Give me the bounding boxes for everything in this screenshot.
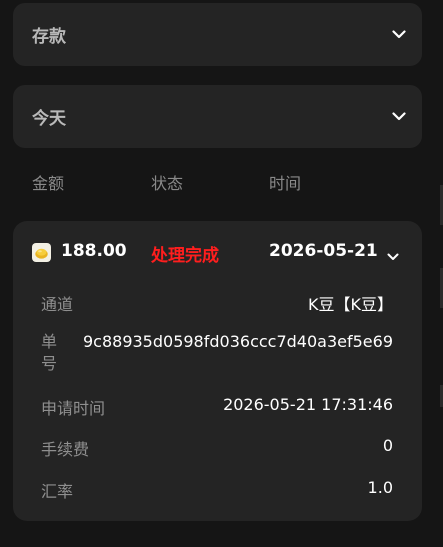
column-header-amount: 金额	[32, 174, 65, 193]
chevron-down-icon	[392, 28, 406, 42]
detail-label-channel: 通道	[41, 295, 74, 314]
record-date: 2026-05-21	[269, 241, 378, 261]
detail-label-apply-time: 申请时间	[41, 399, 106, 418]
deposit-records-screen: 存款 今天 金额 状态 时间 188.00 处理完成 2026-05-21 通道…	[0, 0, 443, 547]
record-status: 处理完成	[151, 246, 219, 266]
column-headers: 金额 状态 时间	[32, 170, 412, 193]
detail-label-order-number: 单号	[41, 332, 58, 373]
detail-value-fee: 0	[382, 436, 393, 455]
detail-value-channel: K豆【K豆】	[308, 295, 393, 314]
detail-value-order-number: 9c88935d0598fd036ccc7d40a3ef5e69	[82, 332, 393, 351]
date-range-label: 今天	[32, 109, 66, 129]
detail-value-exchange-rate: 1.0	[367, 478, 393, 497]
record-amount: 188.00	[61, 241, 127, 261]
coin-icon	[32, 243, 51, 262]
column-header-time: 时间	[269, 174, 302, 193]
deposit-record-card: 188.00 处理完成 2026-05-21 通道 K豆【K豆】 单号 9c88…	[13, 221, 422, 521]
transaction-type-dropdown[interactable]: 存款	[13, 3, 422, 66]
transaction-type-label: 存款	[32, 27, 66, 47]
record-summary-row[interactable]: 188.00 处理完成 2026-05-21	[13, 221, 422, 285]
chevron-down-icon	[392, 110, 406, 124]
detail-value-apply-time: 2026-05-21 17:31:46	[223, 395, 393, 414]
date-range-dropdown[interactable]: 今天	[13, 85, 422, 148]
chevron-down-icon	[387, 246, 399, 260]
detail-label-exchange-rate: 汇率	[41, 482, 74, 501]
column-header-status: 状态	[151, 174, 184, 193]
detail-label-fee: 手续费	[41, 440, 90, 459]
